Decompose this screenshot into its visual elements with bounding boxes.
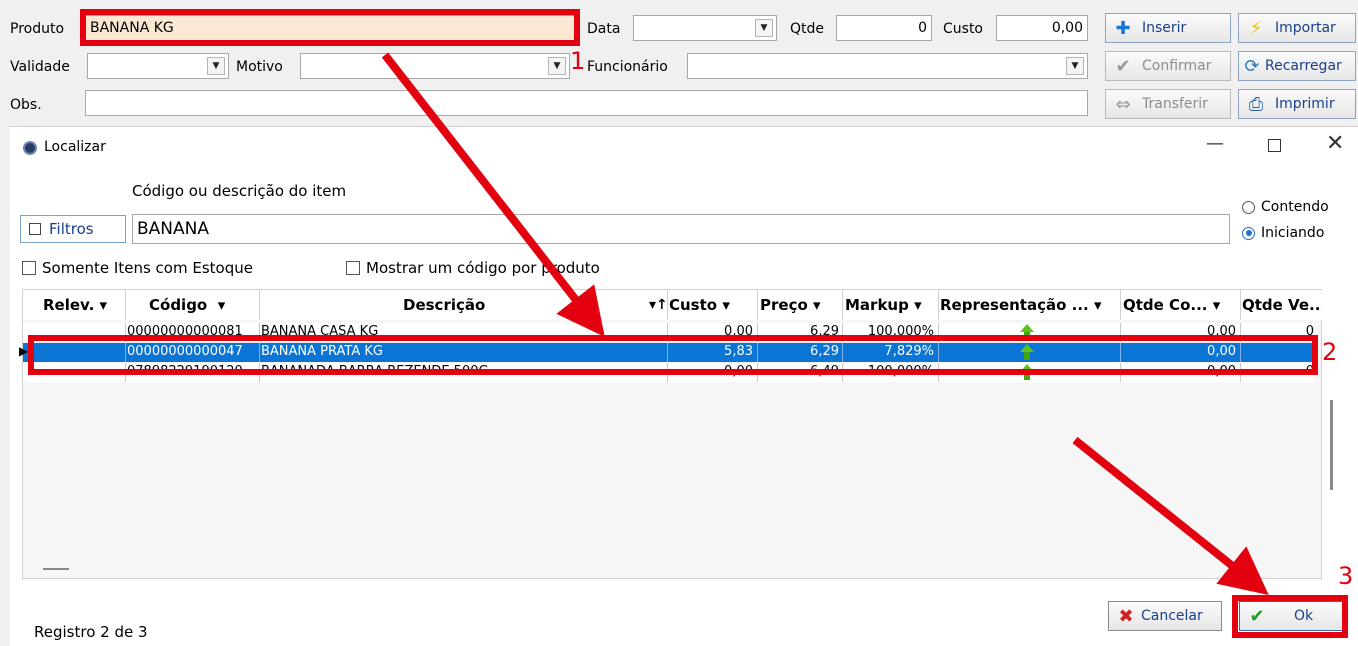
arrow-1-to-2 — [381, 52, 605, 337]
annotation-arrows — [381, 52, 1269, 595]
arrow-to-ok — [1072, 436, 1269, 595]
